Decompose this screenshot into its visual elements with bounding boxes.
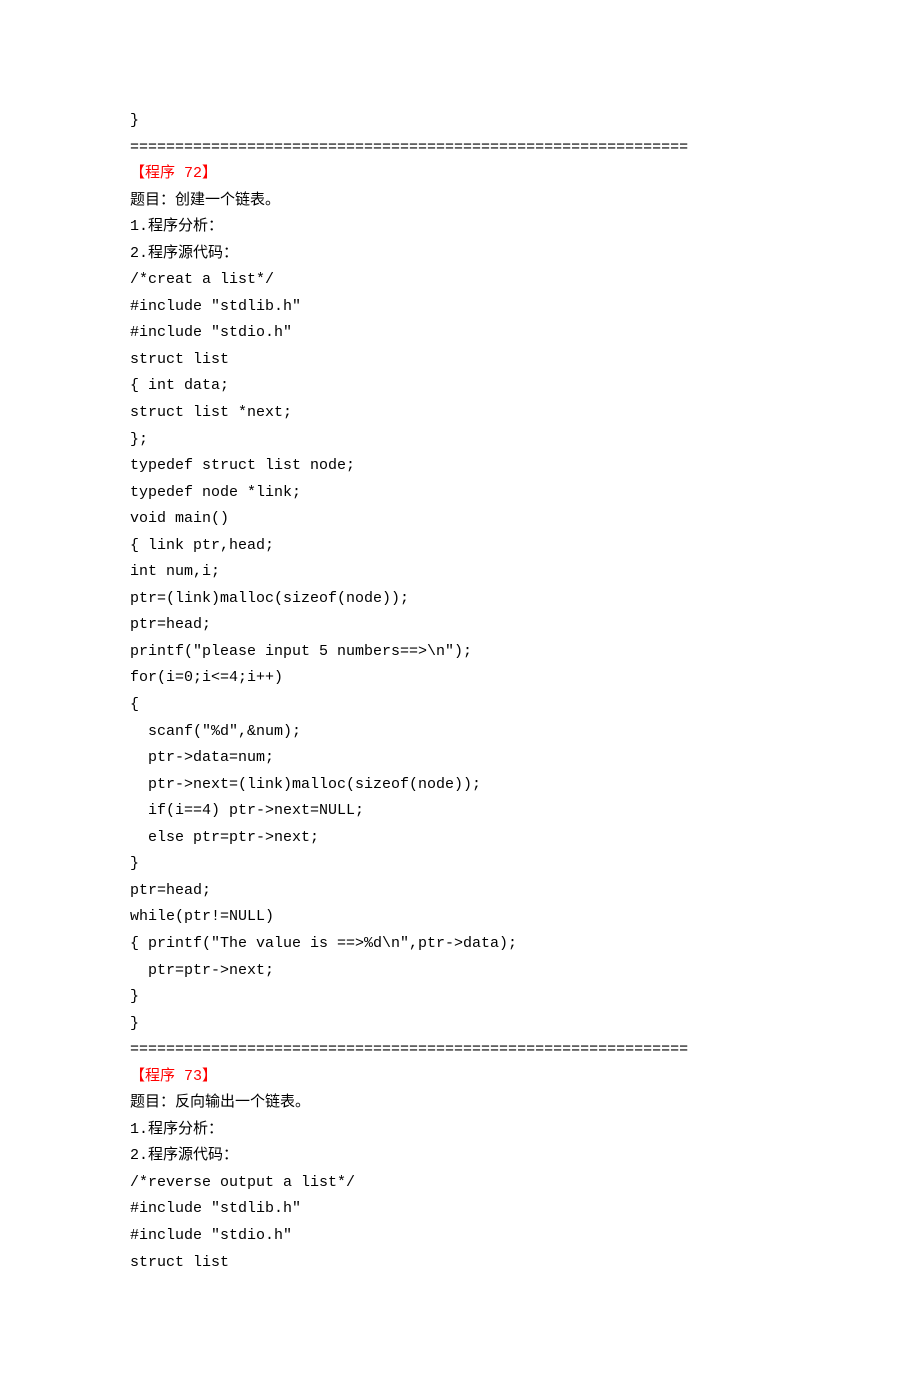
code-line: 1.程序分析： <box>130 214 790 241</box>
code-line: ========================================… <box>130 1037 790 1064</box>
code-line: 题目：反向输出一个链表。 <box>130 1090 790 1117</box>
code-line: ptr=ptr->next; <box>130 958 790 985</box>
code-line: struct list <box>130 347 790 374</box>
code-line: } <box>130 1011 790 1038</box>
code-line: struct list *next; <box>130 400 790 427</box>
code-line: int num,i; <box>130 559 790 586</box>
code-line: ptr->data=num; <box>130 745 790 772</box>
code-line: }; <box>130 427 790 454</box>
code-line: void main() <box>130 506 790 533</box>
code-line: { int data; <box>130 373 790 400</box>
code-line: 【程序 73】 <box>130 1064 790 1091</box>
code-line: ptr=head; <box>130 612 790 639</box>
code-line: { link ptr,head; <box>130 533 790 560</box>
code-line: 【程序 72】 <box>130 161 790 188</box>
code-line: #include "stdlib.h" <box>130 1196 790 1223</box>
code-line: ========================================… <box>130 135 790 162</box>
code-line: } <box>130 984 790 1011</box>
code-line: 2.程序源代码： <box>130 1143 790 1170</box>
code-line: typedef node *link; <box>130 480 790 507</box>
code-line: printf("please input 5 numbers==>\n"); <box>130 639 790 666</box>
code-line: { printf("The value is ==>%d\n",ptr->dat… <box>130 931 790 958</box>
code-line: else ptr=ptr->next; <box>130 825 790 852</box>
code-line: #include "stdio.h" <box>130 1223 790 1250</box>
code-line: } <box>130 851 790 878</box>
code-line: ptr=(link)malloc(sizeof(node)); <box>130 586 790 613</box>
code-line: scanf("%d",&num); <box>130 719 790 746</box>
code-line: /*creat a list*/ <box>130 267 790 294</box>
code-line: typedef struct list node; <box>130 453 790 480</box>
code-line: { <box>130 692 790 719</box>
code-line: } <box>130 108 790 135</box>
code-line: 题目：创建一个链表。 <box>130 188 790 215</box>
code-line: #include "stdlib.h" <box>130 294 790 321</box>
code-line: 2.程序源代码： <box>130 241 790 268</box>
code-line: while(ptr!=NULL) <box>130 904 790 931</box>
code-line: struct list <box>130 1250 790 1277</box>
code-line: ptr=head; <box>130 878 790 905</box>
document-page: }=======================================… <box>0 0 920 1376</box>
code-line: 1.程序分析： <box>130 1117 790 1144</box>
code-line: if(i==4) ptr->next=NULL; <box>130 798 790 825</box>
code-line: /*reverse output a list*/ <box>130 1170 790 1197</box>
document-content: }=======================================… <box>130 108 790 1276</box>
code-line: for(i=0;i<=4;i++) <box>130 665 790 692</box>
code-line: #include "stdio.h" <box>130 320 790 347</box>
code-line: ptr->next=(link)malloc(sizeof(node)); <box>130 772 790 799</box>
